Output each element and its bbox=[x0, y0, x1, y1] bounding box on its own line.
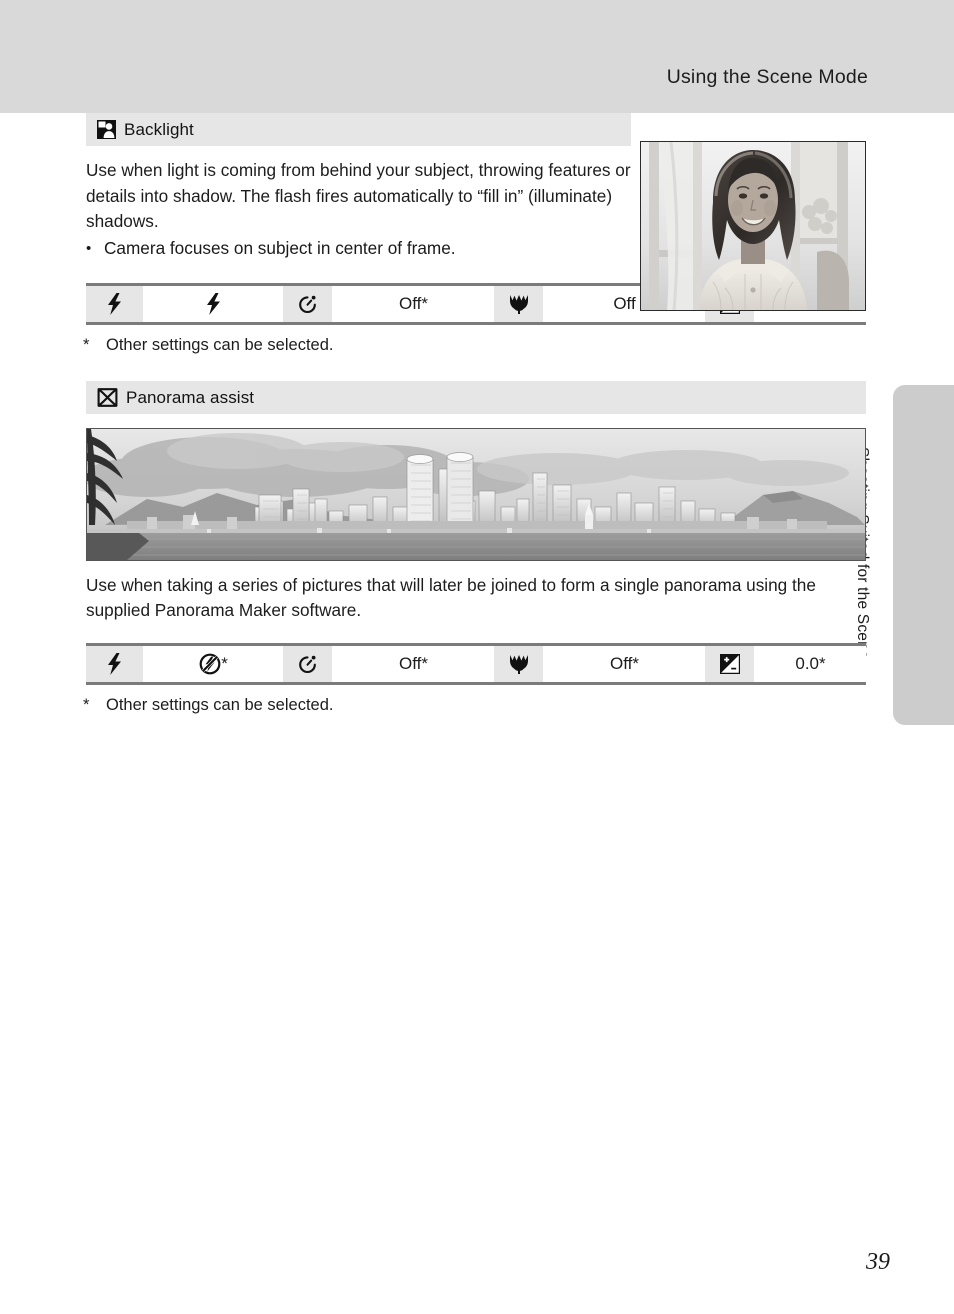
page-number: 39 bbox=[866, 1249, 890, 1275]
exposure-compensation-icon-cell bbox=[705, 646, 755, 682]
self-timer-value-cell: Off* bbox=[333, 646, 494, 682]
self-timer-icon bbox=[297, 654, 318, 675]
exposure-compensation-icon bbox=[719, 654, 740, 674]
macro-mode-icon-cell bbox=[494, 646, 544, 682]
footnote-backlight: * Other settings can be selected. bbox=[83, 336, 866, 355]
panorama-assist-description: Use when taking a series of pictures tha… bbox=[86, 575, 816, 620]
self-timer-value-cell: Off* bbox=[333, 286, 494, 322]
page-content: Backlight Use when light is coming from … bbox=[83, 113, 866, 715]
footnote-marker: * bbox=[83, 696, 90, 714]
backlight-sample-photo bbox=[640, 141, 866, 311]
section-backlight: Backlight Use when light is coming from … bbox=[83, 113, 866, 355]
flash-mode-icon-cell bbox=[86, 286, 144, 322]
running-header-band bbox=[0, 0, 954, 113]
macro-mode-value-cell: Off* bbox=[544, 646, 705, 682]
macro-mode-icon-cell bbox=[494, 286, 544, 322]
footnote-marker: * bbox=[83, 336, 90, 354]
flash-mode-icon bbox=[107, 653, 122, 675]
self-timer-icon-cell bbox=[283, 646, 333, 682]
settings-table-panorama-assist: * Off* Off* 0.0* bbox=[86, 643, 866, 685]
flash-fill-icon bbox=[206, 293, 221, 315]
page-header-title: Using the Scene Mode bbox=[666, 66, 868, 88]
bullet-marker: • bbox=[86, 239, 92, 257]
panorama-sample-photo bbox=[86, 428, 866, 561]
exposure-compensation-value-cell: 0.0* bbox=[755, 646, 866, 682]
section-heading-panorama-assist: Panorama assist bbox=[86, 381, 866, 414]
flash-off-value-asterisk: * bbox=[221, 654, 228, 673]
section-heading-label: Panorama assist bbox=[126, 387, 255, 407]
footnote-panorama-assist: * Other settings can be selected. bbox=[83, 696, 866, 715]
backlight-icon bbox=[97, 120, 116, 139]
footnote-text: Other settings can be selected. bbox=[106, 336, 334, 354]
macro-mode-icon bbox=[508, 654, 530, 674]
section-panorama-assist: Panorama assist Use when taking a series… bbox=[83, 381, 866, 715]
flash-off-icon bbox=[199, 653, 221, 675]
flash-mode-value-cell: * bbox=[144, 646, 283, 682]
bullet-text: Camera focuses on subject in center of f… bbox=[104, 237, 456, 258]
section-heading-backlight: Backlight bbox=[86, 113, 631, 146]
flash-mode-icon bbox=[107, 293, 122, 315]
section-heading-label: Backlight bbox=[124, 119, 194, 139]
chapter-thumb-tab bbox=[893, 385, 954, 725]
backlight-description: Use when light is coming from behind you… bbox=[86, 160, 631, 231]
self-timer-icon bbox=[297, 294, 318, 315]
footnote-text: Other settings can be selected. bbox=[106, 696, 334, 714]
flash-mode-value-cell bbox=[144, 286, 283, 322]
panorama-assist-icon bbox=[97, 388, 118, 407]
self-timer-icon-cell bbox=[283, 286, 333, 322]
macro-mode-icon bbox=[508, 294, 530, 314]
flash-mode-icon-cell bbox=[86, 646, 144, 682]
